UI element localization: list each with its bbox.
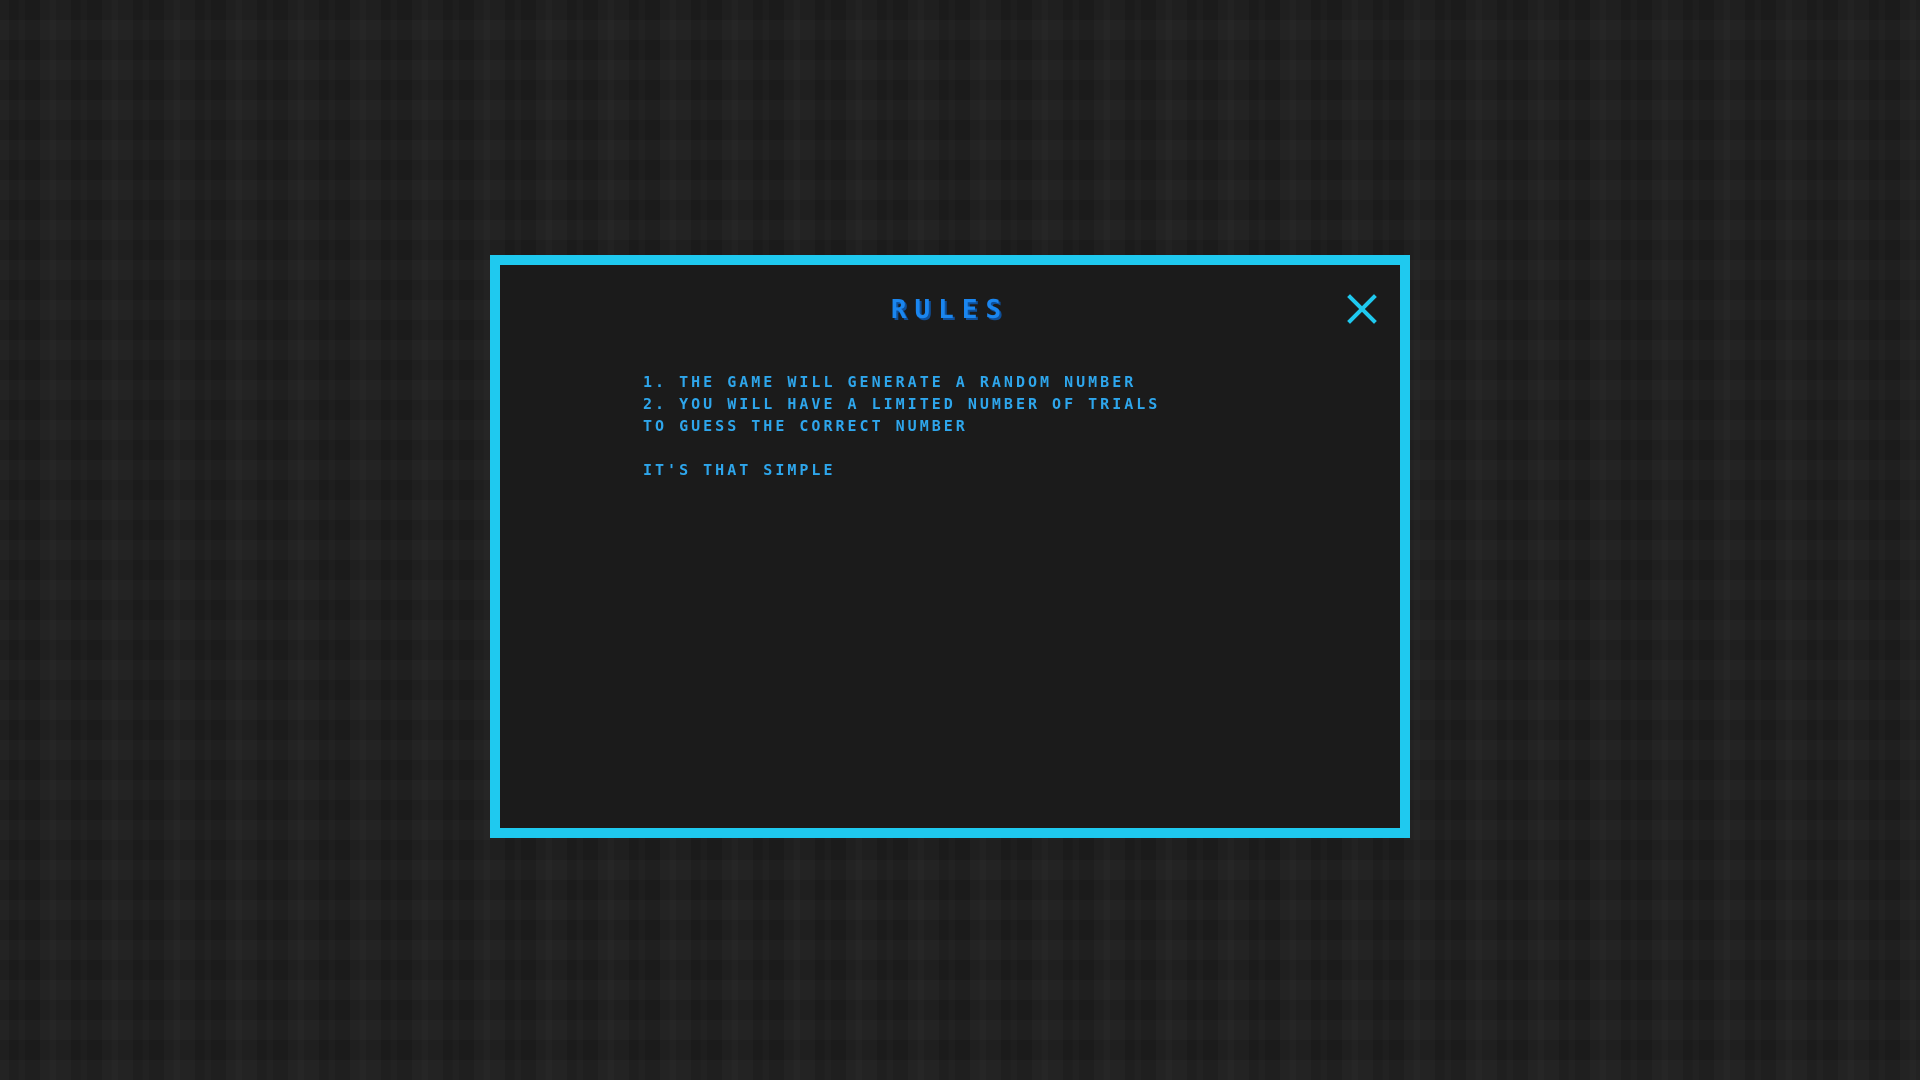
rules-text: 1. THE GAME WILL GENERATE A RANDOM NUMBE…: [643, 371, 1263, 481]
close-button[interactable]: [1342, 289, 1382, 329]
close-icon: [1347, 294, 1377, 324]
rule-line-2: 2. YOU WILL HAVE A LIMITED NUMBER OF TRI…: [643, 395, 1161, 413]
modal-title: RULES: [890, 295, 1010, 325]
rules-modal: RULES 1. THE GAME WILL GENERATE A RANDOM…: [490, 255, 1410, 838]
closing-line: IT'S THAT SIMPLE: [643, 461, 836, 479]
rule-line-1: 1. THE GAME WILL GENERATE A RANDOM NUMBE…: [643, 373, 1137, 391]
rule-line-3: TO GUESS THE CORRECT NUMBER: [643, 417, 968, 435]
